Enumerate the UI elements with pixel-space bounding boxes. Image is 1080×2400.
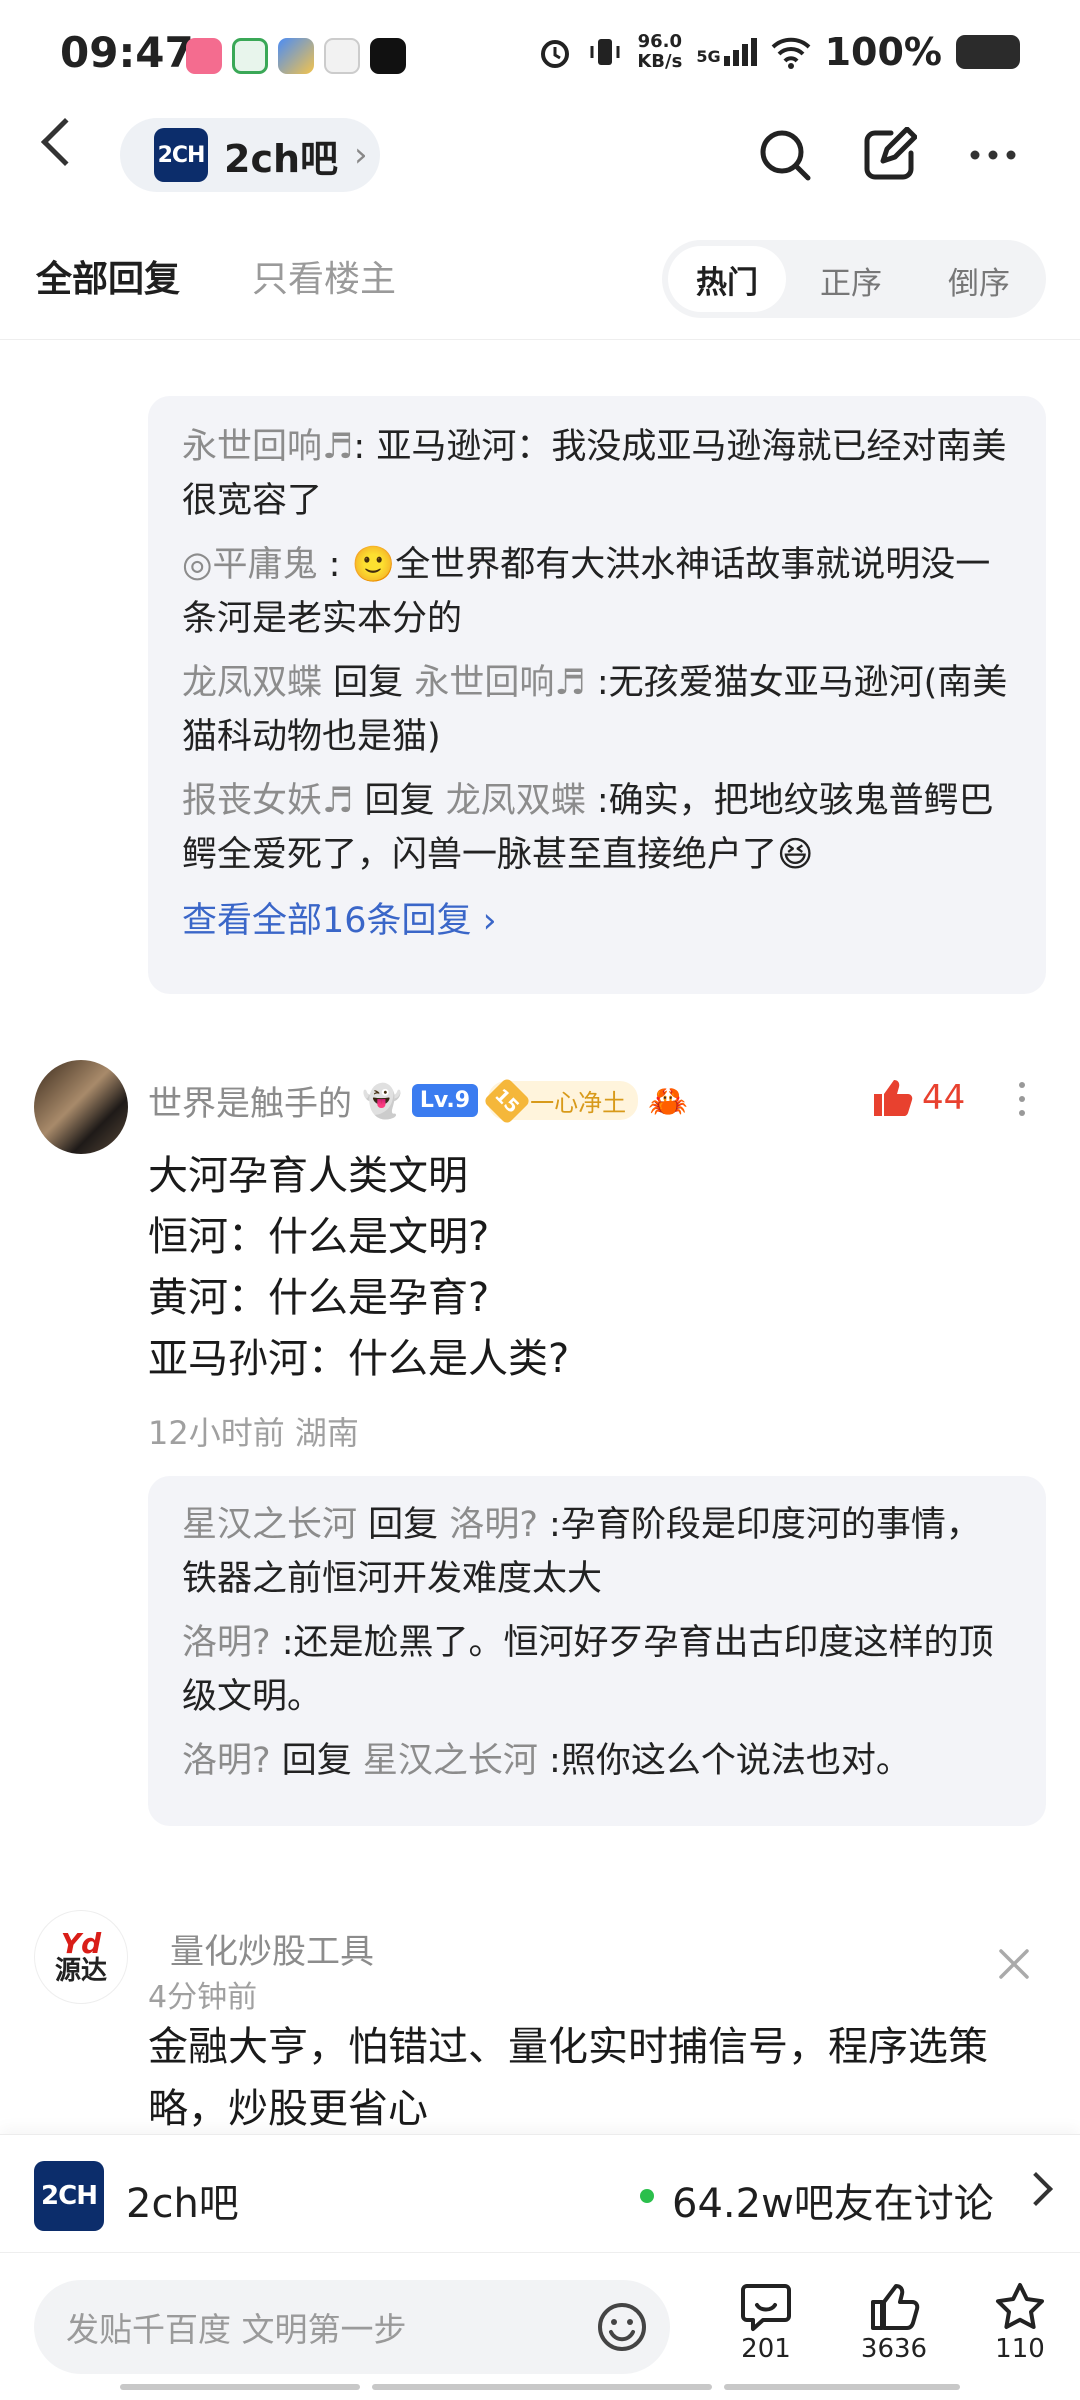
sub-reply-user[interactable]: 报丧女妖♬ [182,781,353,821]
forum-name: 2ch吧 [224,136,339,181]
tab-all-replies[interactable]: 全部回复 [36,250,180,302]
tab-owner-only[interactable]: 只看楼主 [252,250,396,302]
forum-bar-logo: 2CH [34,2161,104,2231]
like-post-button[interactable]: 3636 [852,2280,936,2364]
sort-asc[interactable]: 正序 [820,258,882,303]
status-bar: 09:47 96.0 KB/s 5G 100% [0,0,1080,110]
sub-reply[interactable]: 洛明? :还是尬黑了。恒河好歹孕育出古印度这样的顶级文明。 [182,1616,1012,1724]
battery-icon [956,35,1020,69]
post-author[interactable]: 世界是触手的 [148,1076,352,1125]
app-icon-grey [324,38,360,74]
comment-input[interactable]: 发贴千百度 文明第一步 [34,2280,670,2374]
ad-text[interactable]: 金融大亨，怕错过、量化实时捕信号，程序选策略，炒股更省心 [148,2016,1028,2140]
ad-name[interactable]: 量化炒股工具 [170,1924,374,1973]
sub-reply-user[interactable]: 洛明? [182,1741,271,1781]
forum-bar[interactable]: 2CH 2ch吧 64.2w吧友在讨论 [0,2134,1080,2252]
signal-icon: 5G [696,38,757,66]
back-arrow-icon[interactable] [40,117,90,167]
status-time: 09:47 [60,28,194,77]
online-dot [640,2189,654,2203]
post-like-count: 3636 [860,2334,928,2364]
thumbs-up-icon [874,1080,913,1116]
chevron-right-icon: › [354,135,368,175]
sub-reply[interactable]: ◎平庸鬼 : 🙂全世界都有大洪水神话故事就说明没一条河是老实本分的 [182,538,1012,646]
crab-icon: 🦀 [648,1081,688,1120]
alarm-icon [541,40,570,68]
chevron-right-icon [1019,2172,1053,2206]
post-more-icon[interactable] [1012,1082,1032,1116]
sub-reply-user[interactable]: 星汉之长河 [182,1505,357,1545]
ghost-icon: 👻 [362,1081,402,1120]
sub-reply[interactable]: 永世回响♬: 亚马逊河：我没成亚马逊海就已经对南美很宽容了 [182,420,1012,528]
nav-gesture-bar[interactable] [724,2384,960,2390]
reply-target-user[interactable]: 龙凤双蝶 [446,781,586,821]
sub-reply-user[interactable]: 永世回响♬ [182,427,353,467]
sub-reply[interactable]: 洛明? 回复 星汉之长河 :照你这么个说法也对。 [182,1734,1012,1788]
emoji: 🙂 [351,545,396,585]
forum-bar-discussing: 64.2w吧友在讨论 [672,2181,994,2227]
forum-pill[interactable]: 2CH 2ch吧 › [120,118,380,192]
ad-time: 4分钟前 [148,1980,258,2015]
post-content[interactable]: 大河孕育人类文明 恒河：什么是文明? 黄河：什么是孕育? 亚马孙河：什么是人类? [148,1146,1028,1390]
reply-target-user[interactable]: 永世回响♬ [414,663,585,703]
post-time-location: 12小时前 湖南 [148,1414,359,1452]
nav-gesture-bar[interactable] [120,2384,360,2390]
view-all-replies-link[interactable]: 查看全部16条回复 › [182,892,1012,943]
edit-icon[interactable] [854,120,924,190]
vibrate-icon [590,39,620,65]
favorite-count: 110 [995,2334,1045,2364]
sub-reply[interactable]: 龙凤双蝶 回复 永世回响♬ :无孩爱猫女亚马逊河(南美猫科动物也是猫) [182,656,1012,764]
app-icon-green [232,38,268,74]
post-author-row: 世界是触手的 👻 Lv.9 15 一心净土 🦀 [148,1076,688,1125]
reply-block: 永世回响♬: 亚马逊河：我没成亚马逊海就已经对南美很宽容了 ◎平庸鬼 : 🙂全世… [148,396,1046,994]
forum-bar-name: 2ch吧 [126,2181,239,2227]
wifi-icon [771,37,810,69]
reply-block: 星汉之长河 回复 洛明? :孕育阶段是印度河的事情，铁器之前恒河开发难度太大 洛… [148,1476,1046,1826]
like-count: 44 [922,1078,966,1118]
star-icon [996,2283,1044,2329]
emoji-icon[interactable] [596,2301,648,2353]
network-speed: 96.0 KB/s [637,31,683,72]
forum-logo: 2CH [154,128,208,182]
ad-logo[interactable]: Yd 源达 [34,1910,128,2004]
reply-target-user[interactable]: 洛明? [449,1505,538,1545]
favorite-button[interactable]: 110 [980,2280,1060,2364]
comment-count: 201 [741,2334,791,2364]
like-button[interactable]: 44 [870,1076,965,1120]
sort-desc[interactable]: 倒序 [948,258,1010,303]
nav-gesture-bar[interactable] [372,2384,712,2390]
fan-badge: 15 一心净土 [483,1076,639,1125]
close-icon[interactable] [996,1946,1032,1986]
search-icon[interactable] [750,120,820,190]
sub-reply[interactable]: 星汉之长河 回复 洛明? :孕育阶段是印度河的事情，铁器之前恒河开发难度太大 [182,1498,1012,1606]
comments-button[interactable]: 201 [726,2280,806,2364]
app-icon-bilibili [186,38,222,74]
comment-icon [741,2284,791,2331]
sub-reply-user[interactable]: 洛明? [182,1623,271,1663]
emoji: 😆 [777,835,814,875]
level-badge: Lv.9 [411,1084,479,1117]
avatar[interactable] [34,1060,128,1154]
app-icon-blue [278,38,314,74]
sub-reply[interactable]: 报丧女妖♬ 回复 龙凤双蝶 :确实，把地纹骇鬼普鳄巴鳄全爱死了，闪兽一脉甚至直接… [182,774,1012,882]
more-icon[interactable] [958,120,1028,190]
reply-target-user[interactable]: 星汉之长河 [363,1741,538,1781]
sub-reply-user[interactable]: 龙凤双蝶 [182,663,322,703]
sort-hot[interactable]: 热门 [668,246,786,312]
sub-reply-user[interactable]: ◎平庸鬼 [182,545,318,585]
battery-percent: 100% [824,30,942,74]
tiktok-icon [370,38,406,74]
thumbs-up-icon [871,2284,920,2330]
